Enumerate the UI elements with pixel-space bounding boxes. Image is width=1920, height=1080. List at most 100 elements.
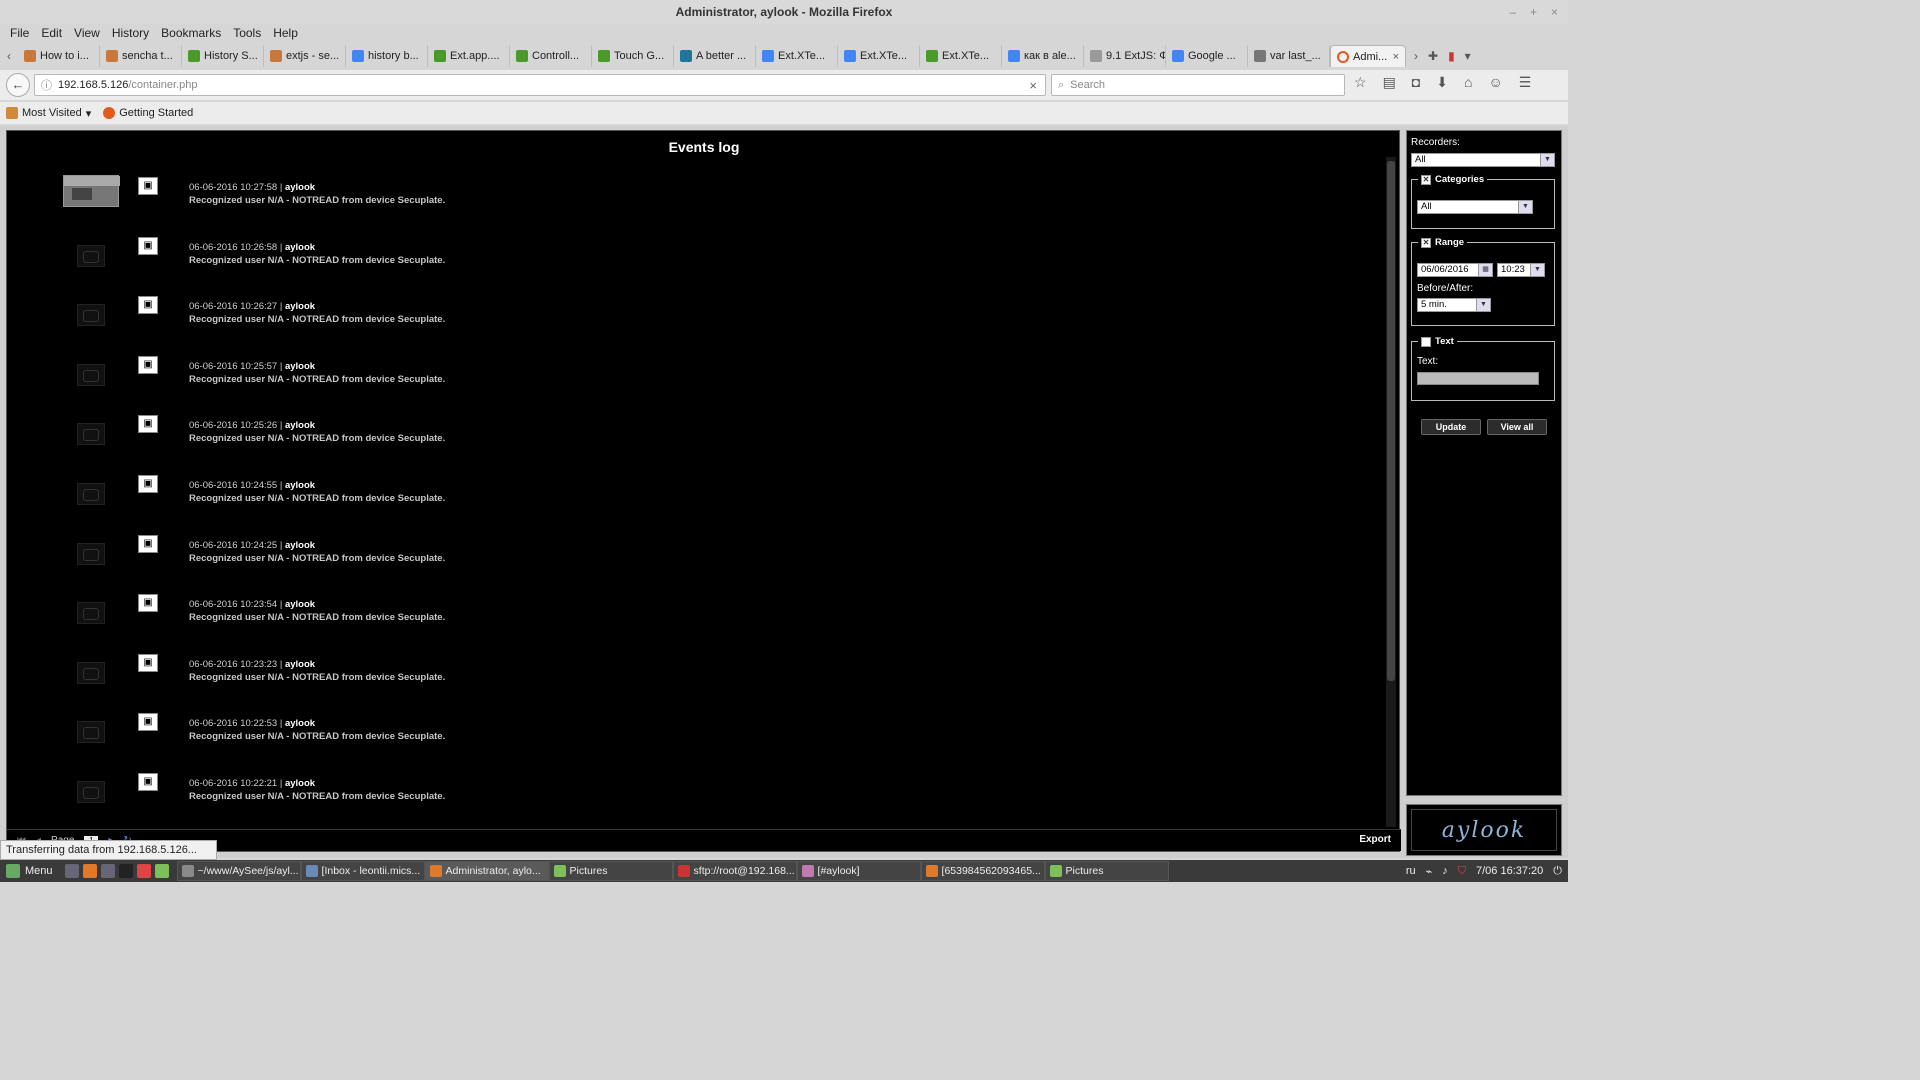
chat-icon[interactable]: ☺ [1488,74,1502,91]
update-button[interactable]: Update [1421,419,1481,435]
page-info-icon[interactable]: ⓘ [41,77,52,93]
plate-reader-icon[interactable]: ▣ [138,296,158,315]
plate-reader-icon[interactable]: ▣ [138,177,158,195]
tab-item[interactable]: Touch G... [592,45,674,67]
camera-placeholder-icon[interactable] [77,781,105,803]
new-tab-icon[interactable]: ✚ [1428,49,1438,63]
plate-reader-icon[interactable]: ▣ [138,773,158,791]
event-row[interactable]: ▣ 06-06-2016 10:27:58 | aylook Recognized … [7,175,1377,231]
menu-view[interactable]: View [68,24,106,42]
taskbar-window[interactable]: [#aylook] [796,861,921,881]
camera-placeholder-icon[interactable] [77,661,105,684]
tab-item[interactable]: var last_... [1248,45,1330,67]
tab-item[interactable]: Google ... [1166,45,1248,67]
url-bar[interactable]: ⓘ 192.168.5.126/container.php × [34,74,1046,96]
scrollbar-thumb[interactable] [1387,161,1395,681]
hamburger-menu-icon[interactable]: ☰ [1519,74,1532,91]
chevron-down-icon[interactable]: ▼ [1518,201,1532,213]
folder-launcher-icon[interactable] [154,864,169,878]
scroll-tabs-left-icon[interactable]: ‹ [0,49,18,63]
taskbar-window[interactable]: Pictures [548,861,673,881]
downloads-icon[interactable]: ⬇ [1436,74,1448,91]
text-toggle-checkbox[interactable] [1421,336,1431,347]
bookmark-getting-started[interactable]: Getting Started [103,107,193,119]
tab-item[interactable]: History S... [182,45,264,67]
tab-item[interactable]: Ext.XTe... [838,45,920,67]
tab-item[interactable]: sencha t... [100,45,182,67]
camera-placeholder-icon[interactable] [77,542,105,565]
tab-active[interactable]: Admi... × [1330,45,1406,67]
range-toggle-checkbox[interactable]: ✕ [1421,237,1431,248]
recorders-select[interactable]: All ▼ [1411,153,1555,167]
close-window-button[interactable]: × [1551,0,1558,24]
tab-item[interactable]: extjs - se... [264,45,346,67]
view-all-button[interactable]: View all [1487,419,1547,435]
camera-placeholder-icon[interactable] [77,423,105,446]
event-row[interactable]: ▣ 06-06-2016 10:24:25 | aylook Recognized … [7,533,1377,589]
taskbar-window[interactable]: Pictures [1044,861,1169,881]
terminal-launcher-icon[interactable] [118,864,133,878]
event-row[interactable]: ▣ 06-06-2016 10:22:53 | aylook Recognized … [7,711,1377,767]
categories-select[interactable]: All ▼ [1417,200,1533,214]
close-tab-icon[interactable]: × [1393,51,1399,63]
camera-placeholder-icon[interactable] [77,244,105,267]
tab-item[interactable]: Controll... [510,45,592,67]
event-row[interactable]: ▣ 06-06-2016 10:23:54 | aylook Recognized … [7,592,1377,648]
files-launcher-icon[interactable] [100,864,115,878]
camera-placeholder-icon[interactable] [77,363,105,386]
camera-placeholder-icon[interactable] [77,602,105,625]
tab-item[interactable]: как в ale... [1002,45,1084,67]
keyboard-layout[interactable]: ru [1406,865,1416,877]
menu-tools[interactable]: Tools [227,24,267,42]
menu-help[interactable]: Help [267,24,304,42]
camera-placeholder-icon[interactable] [77,304,105,327]
tab-list-icon[interactable]: ▾ [1465,49,1471,63]
range-time-field[interactable]: 10:23 ▼ [1497,263,1545,277]
chevron-down-icon[interactable]: ▼ [1476,299,1490,311]
event-row[interactable]: ▣ 06-06-2016 10:24:55 | aylook Recognized … [7,473,1377,529]
bookmark-most-visited[interactable]: Most Visited ▾ [6,107,91,120]
extension-icon[interactable]: ▮ [1448,49,1455,63]
export-button[interactable]: Export [1359,834,1391,845]
text-input[interactable] [1417,372,1539,385]
before-after-select[interactable]: 5 min. ▼ [1417,298,1491,312]
power-icon[interactable]: ⏻ [1553,865,1562,878]
minimize-button[interactable]: – [1509,0,1516,24]
events-scrollbar[interactable] [1386,157,1396,827]
event-row[interactable]: ▣ 06-06-2016 10:25:26 | aylook Recognized … [7,413,1377,469]
chevron-down-icon[interactable]: ▼ [1530,264,1544,276]
tab-item[interactable]: history b... [346,45,428,67]
taskbar-window[interactable]: ~/www/AySee/js/ayl... [176,861,301,881]
taskbar-window[interactable]: [Inbox - leontii.mics... [300,861,425,881]
plate-reader-icon[interactable]: ▣ [138,713,158,732]
clock[interactable]: 7/06 16:37:20 [1476,865,1543,877]
tab-item[interactable]: How to i... [18,45,100,67]
event-thumbnail[interactable] [63,175,120,207]
firefox-launcher-icon[interactable] [82,864,97,878]
event-row[interactable]: ▣ 06-06-2016 10:26:27 | aylook Recognized … [7,294,1377,350]
menu-file[interactable]: File [4,24,35,42]
tab-item[interactable]: Ext.XTe... [920,45,1002,67]
back-icon[interactable]: ← [6,73,30,97]
menu-bookmarks[interactable]: Bookmarks [155,24,227,42]
range-date-field[interactable]: 06/06/2016 ▦ [1417,263,1493,277]
plate-reader-icon[interactable]: ▣ [138,594,158,613]
reader-list-icon[interactable]: ▤ [1383,74,1396,91]
maximize-button[interactable]: + [1530,0,1537,24]
event-row[interactable]: ▣ 06-06-2016 10:23:23 | aylook Recognized … [7,652,1377,708]
tab-item[interactable]: Ext.app.... [428,45,510,67]
calendar-icon[interactable]: ▦ [1478,264,1492,276]
tab-item[interactable]: A better ... [674,45,756,67]
plate-reader-icon[interactable]: ▣ [138,653,158,672]
menu-edit[interactable]: Edit [35,24,68,42]
event-row[interactable]: ▣ 06-06-2016 10:26:58 | aylook Recognized … [7,235,1377,291]
search-bar[interactable]: ⌕ Search [1051,74,1345,96]
camera-placeholder-icon[interactable] [77,483,105,505]
categories-toggle-checkbox[interactable]: ✕ [1421,174,1431,185]
clear-url-icon[interactable]: × [1029,78,1037,93]
taskbar-window[interactable]: [653984562093465... [920,861,1045,881]
shield-icon[interactable]: ⛉ [1458,865,1466,878]
tab-item[interactable]: 9.1 ExtJS: Фо... [1084,45,1166,67]
event-row[interactable]: ▣ 06-06-2016 10:22:21 | aylook Recognized … [7,771,1377,827]
taskbar-window[interactable]: Administrator, aylo... [424,861,549,881]
